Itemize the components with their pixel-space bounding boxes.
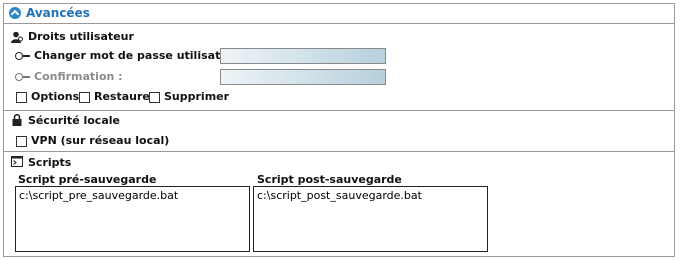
- vpn-checkbox[interactable]: [16, 136, 27, 147]
- user-rights-section: Droits utilisateur Changer mot de passe …: [4, 24, 674, 111]
- key-disabled-icon: [15, 73, 30, 81]
- password-input[interactable]: [220, 48, 386, 64]
- lock-icon: [12, 114, 22, 126]
- key-icon: [15, 52, 30, 60]
- delete-checkbox-label[interactable]: Supprimer: [164, 90, 229, 103]
- local-security-section: Sécurité locale VPN (sur réseau local): [4, 111, 674, 152]
- collapse-chevron-up-icon[interactable]: [9, 7, 21, 19]
- post-script-textarea[interactable]: c:\script_post_sauvegarde.bat: [253, 186, 488, 252]
- local-security-title: Sécurité locale: [28, 114, 120, 127]
- pre-script-textarea[interactable]: c:\script_pre_sauvegarde.bat: [15, 186, 250, 252]
- terminal-icon: [11, 156, 23, 167]
- scripts-section: Scripts Script pré-sauvegarde c:\script_…: [4, 152, 674, 257]
- options-checkbox-label[interactable]: Options: [31, 90, 79, 103]
- confirm-input[interactable]: [220, 69, 386, 85]
- confirm-label: Confirmation :: [34, 70, 123, 83]
- user-rights-title: Droits utilisateur: [28, 30, 134, 43]
- password-label: Changer mot de passe utilisateur :: [34, 49, 250, 62]
- vpn-checkbox-label[interactable]: VPN (sur réseau local): [31, 134, 169, 147]
- advanced-panel: Avancées Droits utilisateur Changer mot …: [3, 3, 675, 257]
- post-script-label: Script post-sauvegarde: [257, 173, 402, 186]
- user-icon: [11, 31, 23, 43]
- delete-checkbox[interactable]: [149, 92, 160, 103]
- panel-title[interactable]: Avancées: [26, 6, 90, 20]
- restore-checkbox[interactable]: [79, 92, 90, 103]
- scripts-title: Scripts: [28, 156, 72, 169]
- restore-checkbox-label[interactable]: Restaurer: [94, 90, 155, 103]
- panel-header[interactable]: Avancées: [4, 4, 674, 24]
- pre-script-label: Script pré-sauvegarde: [18, 173, 157, 186]
- options-checkbox[interactable]: [16, 92, 27, 103]
